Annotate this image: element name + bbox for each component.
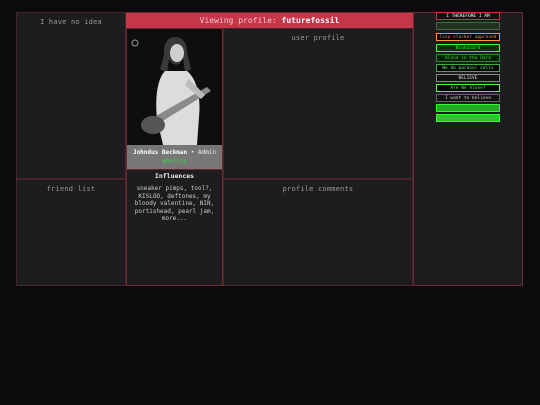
left-top-panel: I have no idea	[16, 12, 126, 179]
guitarist-photo-icon	[127, 29, 222, 145]
profile-badge[interactable]: Cozy slacker approved	[436, 33, 500, 41]
friend-list-title: friend list	[46, 185, 96, 193]
profile-badge[interactable]: Biohazard	[436, 44, 500, 52]
user-profile-title: user profile	[291, 34, 345, 42]
online-status: ▮Online	[162, 158, 187, 165]
profile-username[interactable]: futurefossil	[282, 16, 340, 25]
profile-badge[interactable]: We do parasol cells	[436, 64, 500, 72]
influences-text: sneaker pimps, tool?, KISLOO, deftones, …	[134, 185, 215, 222]
profile-photo[interactable]	[127, 29, 222, 145]
profile-header: Viewing profile: futurefossil	[126, 13, 413, 28]
profile-badge[interactable]: I THEREFORE I AM	[436, 12, 500, 20]
profile-badge[interactable]	[436, 114, 500, 122]
card-divider	[127, 169, 222, 170]
profile-name-bar: Johndus Beckman • Admin ▮Online	[127, 145, 222, 169]
profile-comments-panel: profile comments	[223, 179, 413, 286]
profile-badge[interactable]	[436, 22, 500, 30]
profile-badge[interactable]: BELIEVE	[436, 74, 500, 82]
online-status-label: Online	[165, 158, 188, 165]
influences-title: Influences	[154, 172, 195, 180]
left-top-title: I have no idea	[40, 18, 102, 26]
profile-badge[interactable]: Are We Alone?	[436, 84, 500, 92]
profile-badge[interactable]	[436, 104, 500, 112]
profile-role: Admin	[197, 149, 217, 156]
user-profile-panel: user profile	[223, 28, 413, 179]
profile-badge[interactable]: Alone in the Dark	[436, 54, 500, 62]
header-prefix: Viewing profile:	[199, 16, 282, 25]
profile-badge[interactable]: I want to believe	[436, 94, 500, 102]
profile-name[interactable]: Johndus Beckman	[133, 149, 187, 156]
friend-list-panel: friend list	[16, 179, 126, 286]
profile-comments-title: profile comments	[282, 185, 354, 193]
